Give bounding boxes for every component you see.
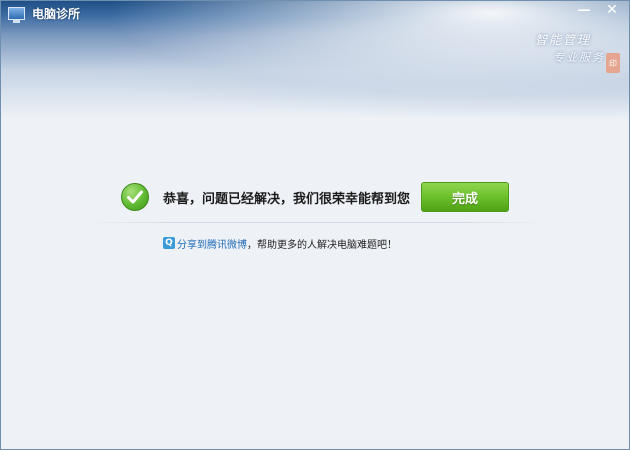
- success-message: 恭喜，问题已经解决，我们很荣幸能帮到您: [163, 191, 411, 207]
- share-row: Q 分享到腾讯微博 ，帮助更多的人解决电脑难题吧！: [163, 235, 397, 251]
- slogan-line-2: 专业服务: [553, 51, 605, 64]
- title-bar[interactable]: 电脑诊所: [1, 1, 629, 25]
- share-suffix-text: ，帮助更多的人解决电脑难题吧！: [247, 239, 397, 251]
- app-window: 电脑诊所 — ✕ 智能管理 专业服务 印 恭喜，问题已经解决，我们很荣幸能帮到您…: [0, 0, 630, 450]
- share-weibo-link[interactable]: 分享到腾讯微博: [177, 236, 247, 251]
- monitor-icon: [8, 6, 25, 23]
- slogan-line-1: 智能管理: [534, 33, 591, 47]
- result-row: 恭喜，问题已经解决，我们很荣幸能帮到您: [121, 181, 410, 213]
- seal-stamp-icon: 印: [606, 53, 620, 73]
- header-banner: 电脑诊所 — ✕ 智能管理 专业服务 印: [1, 1, 629, 119]
- check-circle-icon: [121, 183, 149, 211]
- done-button[interactable]: 完成: [421, 182, 509, 212]
- tencent-weibo-icon[interactable]: Q: [163, 237, 175, 249]
- minimize-button[interactable]: —: [571, 1, 597, 19]
- divider: [85, 222, 547, 223]
- banner-slogan: 智能管理 专业服务: [534, 31, 603, 67]
- close-button[interactable]: ✕: [599, 1, 625, 19]
- window-title: 电脑诊所: [32, 6, 81, 21]
